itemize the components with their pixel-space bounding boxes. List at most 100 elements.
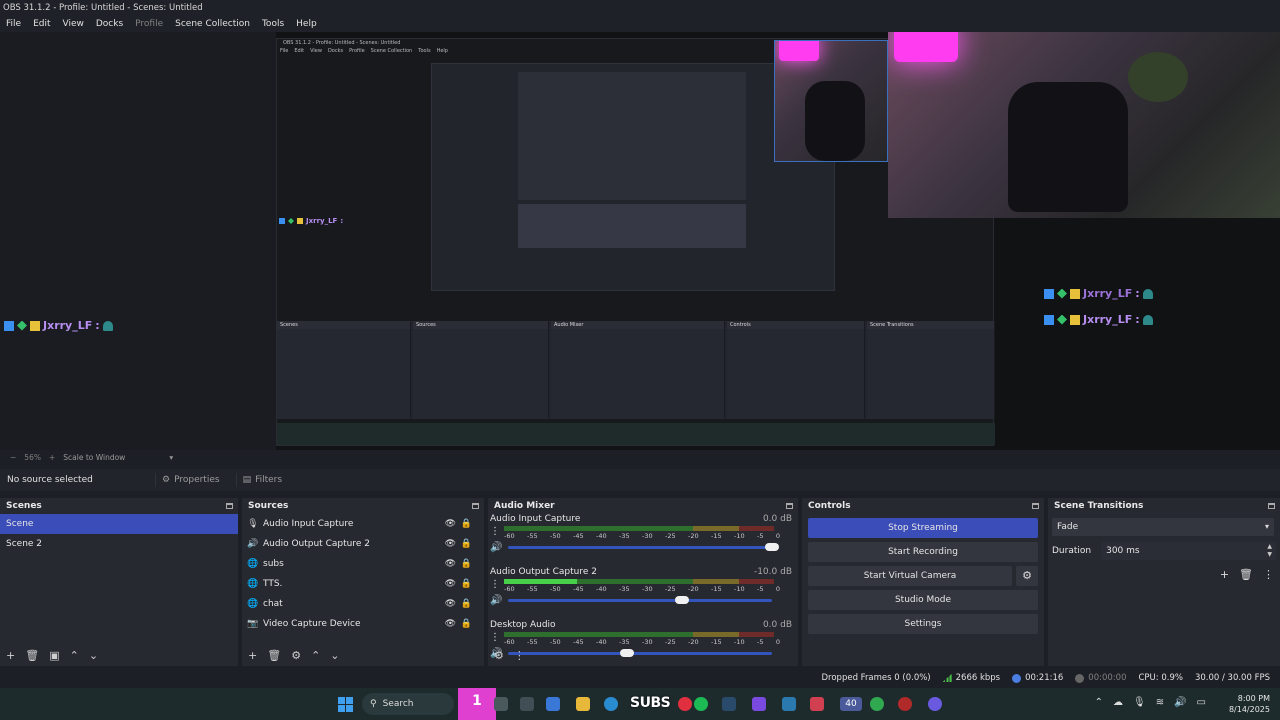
spotify-icon[interactable] [694,697,708,711]
edge-icon[interactable] [604,697,618,711]
eye-icon[interactable]: 👁 [445,619,456,629]
zoom-in-icon[interactable]: + [49,453,55,462]
mixer-settings-icon[interactable]: ⚙ [494,649,504,662]
cpu-usage: CPU: 0.9% [1138,673,1183,683]
clock[interactable]: 8:00 PM 8/14/2025 [1229,693,1270,715]
trash-icon[interactable]: 🗑 [25,649,39,662]
app-icon[interactable] [494,697,508,711]
more-options-icon[interactable]: ⋮ [490,526,500,537]
volume-slider[interactable] [508,543,779,551]
lock-icon[interactable]: 🔒 [461,579,472,589]
scale-tick: -45 [573,585,584,593]
chevron-up-icon[interactable]: ⌃ [1095,697,1103,708]
mixer-channel: Audio Output Capture 2 -10.0 dB ⋮ -60 -55 -50… [488,567,798,620]
stop-streaming-button[interactable]: Stop Streaming [808,518,1038,538]
source-item[interactable]: 📷 Video Capture Device 👁 🔒 [242,614,484,634]
start-recording-button[interactable]: Start Recording [808,542,1038,562]
volume-slider-knob[interactable] [675,596,690,604]
app-icon[interactable] [752,697,766,711]
eye-icon[interactable]: 👁 [445,539,456,549]
duration-input[interactable]: 300 ms ▲ ▼ [1101,542,1276,560]
undock-icon[interactable] [226,503,233,509]
gear-icon[interactable]: ⚙ [291,649,301,662]
source-item[interactable]: 🎙 Audio Input Capture 👁 🔒 [242,514,484,534]
move-down-icon[interactable]: ⌄ [330,649,339,662]
settings-button[interactable]: Settings [808,614,1038,634]
taskbar-search[interactable]: ⚲ Search [362,693,454,715]
wifi-icon[interactable]: ≋ [1156,697,1164,708]
source-item[interactable]: 🌐 TTS. 👁 🔒 [242,574,484,594]
volume-slider-knob[interactable] [765,543,779,551]
source-item[interactable]: 🌐 chat 👁 🔒 [242,594,484,614]
menu-profile[interactable]: Profile [135,16,163,32]
lock-icon[interactable]: 🔒 [461,619,472,629]
more-options-icon[interactable]: ⋮ [490,632,500,643]
source-item[interactable]: 🔊 Audio Output Capture 2 👁 🔒 [242,534,484,554]
lock-icon[interactable]: 🔒 [461,559,472,569]
app-icon[interactable] [782,697,796,711]
more-options-icon[interactable]: ⋮ [1263,568,1274,581]
studio-mode-button[interactable]: Studio Mode [808,590,1038,610]
undock-icon[interactable] [1032,503,1039,509]
volume-icon[interactable]: 🔊 [1174,697,1186,708]
menu-view[interactable]: View [63,16,84,32]
filter-icon[interactable]: ▣ [49,649,59,662]
xbox-icon[interactable] [870,697,884,711]
source-item[interactable]: 🌐 subs 👁 🔒 [242,554,484,574]
lock-icon[interactable]: 🔒 [461,519,472,529]
scale-mode-select[interactable]: Scale to Window ▾ [63,453,173,462]
eye-icon[interactable]: 👁 [445,599,456,609]
preview-canvas[interactable]: Jxrry_LF: OBS 31.1.2 - Profile: Untitled… [0,32,1280,450]
discord-icon[interactable] [928,697,942,711]
obs-icon[interactable] [898,697,912,711]
subs-overlay: SUBS [630,695,671,711]
transition-select[interactable]: Fade ▾ [1052,518,1274,536]
microphone-icon[interactable]: 🎙 [1133,697,1146,708]
more-options-icon[interactable]: ⋮ [514,649,525,662]
zoom-out-icon[interactable]: − [10,453,16,462]
move-up-icon[interactable]: ⌃ [70,649,79,662]
scene-item-scene[interactable]: Scene [0,514,238,534]
add-icon[interactable]: + [248,649,257,662]
move-down-icon[interactable]: ⌄ [89,649,98,662]
move-up-icon[interactable]: ⌃ [311,649,320,662]
filters-button[interactable]: ▤ Filters [235,473,289,487]
menu-help[interactable]: Help [296,16,317,32]
eye-icon[interactable]: 👁 [445,559,456,569]
eye-icon[interactable]: 👁 [445,579,456,589]
battery-icon[interactable]: ▭ [1197,697,1206,708]
add-icon[interactable]: + [1220,568,1229,581]
lock-icon[interactable]: 🔒 [461,599,472,609]
scene-item-scene-2[interactable]: Scene 2 [0,534,238,554]
app-icon[interactable] [546,697,560,711]
folder-icon[interactable] [576,697,590,711]
windows-start-icon[interactable] [338,697,353,712]
trash-icon[interactable]: 🗑 [1239,568,1253,581]
menu-edit[interactable]: Edit [33,16,50,32]
task-view-icon[interactable] [520,697,534,711]
menu-file[interactable]: File [6,16,21,32]
trash-icon[interactable]: 🗑 [267,649,281,662]
undock-icon[interactable] [1268,503,1275,509]
menu-scene-collection[interactable]: Scene Collection [175,16,250,32]
undock-icon[interactable] [472,503,479,509]
eye-icon[interactable]: 👁 [445,519,456,529]
volume-icon[interactable]: 🔊 [490,542,502,553]
steam-icon[interactable] [722,697,736,711]
badge-count[interactable]: 40 [840,697,862,711]
lock-icon[interactable]: 🔒 [461,539,472,549]
undock-icon[interactable] [786,503,793,509]
volume-icon[interactable]: 🔊 [490,595,502,606]
add-icon[interactable]: + [6,649,15,662]
volume-slider[interactable] [508,596,772,604]
menu-tools[interactable]: Tools [262,16,284,32]
app-icon[interactable] [810,697,824,711]
spinner-icon[interactable]: ▲ ▼ [1267,543,1272,559]
menu-docks[interactable]: Docks [96,16,123,32]
more-options-icon[interactable]: ⋮ [490,579,500,590]
properties-button[interactable]: ⚙ Properties [155,473,226,487]
virtual-camera-gear-icon[interactable]: ⚙ [1016,566,1038,586]
cloud-icon[interactable]: ☁ [1113,697,1123,708]
start-virtual-camera-button[interactable]: Start Virtual Camera [808,566,1012,586]
scale-tick: -55 [527,585,538,593]
